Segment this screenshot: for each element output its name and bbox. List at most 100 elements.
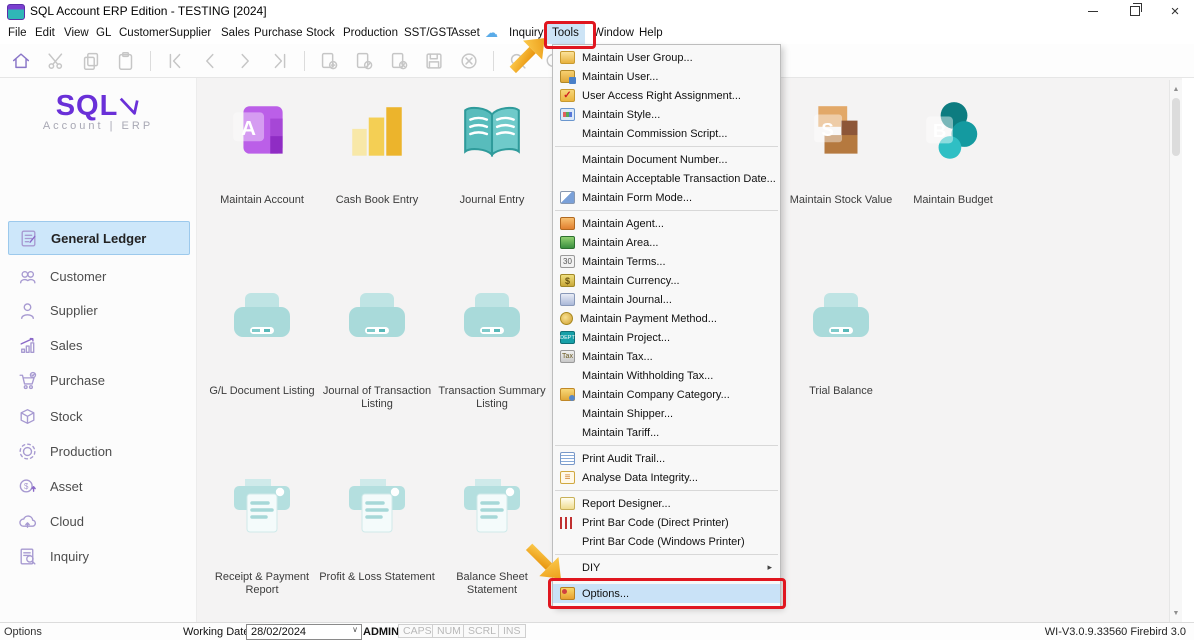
menu-item-maintain-form-mode[interactable]: Maintain Form Mode... xyxy=(553,188,780,207)
menu-item-print-bar-code-direct[interactable]: Print Bar Code (Direct Printer) xyxy=(553,513,780,532)
menu-item-maintain-project[interactable]: Maintain Project... xyxy=(553,328,780,347)
vertical-scrollbar[interactable] xyxy=(1169,80,1182,622)
sidebar-item-customer[interactable]: Customer xyxy=(8,265,188,287)
delete-document-icon[interactable] xyxy=(386,48,412,74)
nav-last-icon[interactable] xyxy=(267,48,293,74)
home-icon[interactable] xyxy=(8,48,34,74)
app-logo: SQL Account | ERP xyxy=(0,92,196,132)
menu-inquiry[interactable]: Inquiry xyxy=(509,22,544,44)
menu-item-maintain-style[interactable]: Maintain Style... xyxy=(553,105,780,124)
menu-tools[interactable]: Tools xyxy=(546,22,585,44)
cut-icon[interactable] xyxy=(43,48,69,74)
menu-item-maintain-area[interactable]: Maintain Area... xyxy=(553,233,780,252)
menu-item-maintain-payment-method[interactable]: Maintain Payment Method... xyxy=(553,309,780,328)
menu-help[interactable]: Help xyxy=(639,22,663,44)
menu-item-maintain-user[interactable]: Maintain User... xyxy=(553,67,780,86)
sidebar-item-stock[interactable]: Stock xyxy=(8,405,188,427)
sidebar-item-purchase[interactable]: Purchase xyxy=(8,369,188,391)
menu-sales[interactable]: Sales xyxy=(221,22,250,44)
menu-customer[interactable]: Customer xyxy=(119,22,169,44)
menu-item-maintain-terms[interactable]: Maintain Terms... xyxy=(553,252,780,271)
menu-supplier[interactable]: Supplier xyxy=(169,22,211,44)
menu-purchase[interactable]: Purchase xyxy=(254,22,303,44)
menu-item-print-audit-trail[interactable]: Print Audit Trail... xyxy=(553,449,780,468)
tile-maintain-account[interactable]: Maintain Account xyxy=(202,100,322,207)
menu-sst-gst[interactable]: SST/GST xyxy=(404,22,453,44)
scrollbar-thumb[interactable] xyxy=(1172,98,1180,156)
tile-cash-book-entry[interactable]: Cash Book Entry xyxy=(317,100,437,207)
scroll-down-icon[interactable] xyxy=(1170,606,1182,620)
toolbar-separator xyxy=(150,51,151,71)
menu-edit[interactable]: Edit xyxy=(35,22,55,44)
menu-item-report-designer[interactable]: Report Designer... xyxy=(553,494,780,513)
cloud-icon[interactable]: ☁ xyxy=(485,22,498,44)
paste-icon[interactable] xyxy=(113,48,139,74)
save-icon[interactable] xyxy=(421,48,447,74)
app-window: SQL Account ERP Edition - TESTING [2024]… xyxy=(0,0,1194,640)
search-icon[interactable] xyxy=(505,48,531,74)
form-mode-icon xyxy=(560,191,575,204)
menu-item-maintain-currency[interactable]: Maintain Currency... xyxy=(553,271,780,290)
menu-item-maintain-company-category[interactable]: Maintain Company Category... xyxy=(553,385,780,404)
edit-document-icon[interactable] xyxy=(351,48,377,74)
menu-item-options[interactable]: Options... xyxy=(553,584,780,603)
restore-icon[interactable] xyxy=(1118,0,1152,22)
printer-icon xyxy=(317,291,437,361)
sidebar-item-inquiry[interactable]: Inquiry xyxy=(8,545,188,567)
menu-item-maintain-acceptable-transaction-date[interactable]: Maintain Acceptable Transaction Date... xyxy=(553,169,780,188)
tile-maintain-budget[interactable]: Maintain Budget xyxy=(893,100,1013,207)
menu-item-maintain-agent[interactable]: Maintain Agent... xyxy=(553,214,780,233)
cloud-icon xyxy=(16,510,38,532)
copy-icon[interactable] xyxy=(78,48,104,74)
menu-item-maintain-withholding-tax[interactable]: Maintain Withholding Tax... xyxy=(553,366,780,385)
menu-item-maintain-journal[interactable]: Maintain Journal... xyxy=(553,290,780,309)
cancel-icon[interactable] xyxy=(456,48,482,74)
chevron-down-icon xyxy=(352,625,358,634)
menu-window[interactable]: Window xyxy=(593,22,634,44)
close-icon[interactable]: × xyxy=(1158,0,1192,22)
menu-item-analyse-data-integrity[interactable]: Analyse Data Integrity... xyxy=(553,468,780,487)
sidebar: SQL Account | ERP General Ledger Custome… xyxy=(0,78,197,622)
tile-maintain-stock-value[interactable]: Maintain Stock Value xyxy=(781,100,901,207)
sidebar-item-sales[interactable]: Sales xyxy=(8,334,188,356)
new-document-icon[interactable] xyxy=(316,48,342,74)
tile-balance-sheet-statement[interactable]: Balance Sheet Statement xyxy=(432,477,552,597)
menu-item-maintain-document-number[interactable]: Maintain Document Number... xyxy=(553,150,780,169)
currency-icon xyxy=(560,274,575,287)
nav-next-icon[interactable] xyxy=(232,48,258,74)
menu-file[interactable]: File xyxy=(8,22,27,44)
working-date-select[interactable]: 28/02/2024 xyxy=(246,624,362,640)
menu-view[interactable]: View xyxy=(64,22,89,44)
ins-indicator: INS xyxy=(498,624,526,638)
sidebar-item-general-ledger[interactable]: General Ledger xyxy=(8,221,190,255)
menu-item-user-access-right-assignment[interactable]: User Access Right Assignment... xyxy=(553,86,780,105)
tile-journal-entry[interactable]: Journal Entry xyxy=(432,100,552,207)
tile-profit-loss-statement[interactable]: Profit & Loss Statement xyxy=(317,477,437,584)
tile-journal-of-transaction-listing[interactable]: Journal of Transaction Listing xyxy=(317,291,437,411)
cashbook-tile-icon xyxy=(317,100,437,170)
minimize-icon[interactable] xyxy=(1076,0,1110,22)
sidebar-item-cloud[interactable]: Cloud xyxy=(8,510,188,532)
nav-first-icon[interactable] xyxy=(162,48,188,74)
tile-transaction-summary-listing[interactable]: Transaction Summary Listing xyxy=(432,291,552,411)
tile-gl-document-listing[interactable]: G/L Document Listing xyxy=(202,291,322,398)
menu-gl[interactable]: GL xyxy=(96,22,111,44)
menu-item-maintain-commission-script[interactable]: Maintain Commission Script... xyxy=(553,124,780,143)
sidebar-item-supplier[interactable]: Supplier xyxy=(8,299,188,321)
sidebar-item-production[interactable]: Production xyxy=(8,440,188,462)
tile-receipt-payment-report[interactable]: Receipt & Payment Report xyxy=(202,477,322,597)
menu-item-diy[interactable]: DIY xyxy=(553,558,780,577)
menu-item-maintain-tariff[interactable]: Maintain Tariff... xyxy=(553,423,780,442)
menu-stock[interactable]: Stock xyxy=(306,22,335,44)
scroll-up-icon[interactable] xyxy=(1170,82,1182,96)
menu-item-maintain-user-group[interactable]: Maintain User Group... xyxy=(553,48,780,67)
sidebar-item-asset[interactable]: $ Asset xyxy=(8,475,188,497)
menu-item-maintain-shipper[interactable]: Maintain Shipper... xyxy=(553,404,780,423)
tile-trial-balance[interactable]: Trial Balance xyxy=(781,291,901,398)
menu-production[interactable]: Production xyxy=(343,22,398,44)
menu-asset[interactable]: Asset xyxy=(451,22,480,44)
nav-previous-icon[interactable] xyxy=(197,48,223,74)
ledger-icon xyxy=(17,227,39,249)
menu-item-print-bar-code-windows[interactable]: Print Bar Code (Windows Printer) xyxy=(553,532,780,551)
menu-item-maintain-tax[interactable]: Maintain Tax... xyxy=(553,347,780,366)
